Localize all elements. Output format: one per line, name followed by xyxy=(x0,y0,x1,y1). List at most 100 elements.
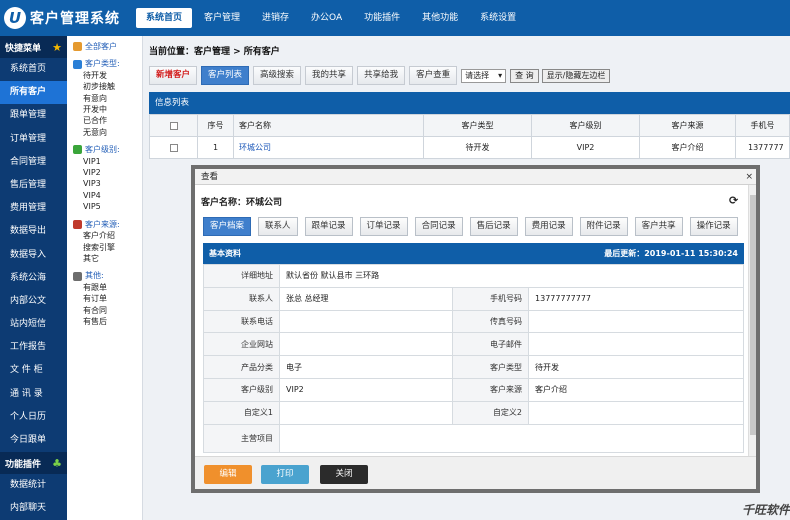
toggle-sidebar-button[interactable]: 显示/隐藏左边栏 xyxy=(541,68,611,83)
field-label: 联系人 xyxy=(203,286,280,311)
nav-office[interactable]: 办公OA xyxy=(301,8,352,28)
refresh-icon[interactable]: ⟳ xyxy=(729,194,738,207)
sidebar-item[interactable]: 通 讯 录 xyxy=(0,383,67,406)
dialog-titlebar: 查看 × xyxy=(195,169,756,185)
tree-item[interactable]: VIP1 xyxy=(73,156,142,167)
tree-item[interactable]: 搜索引擎 xyxy=(73,242,142,253)
checkbox[interactable] xyxy=(169,143,178,152)
sidebar-item[interactable]: 工作报告 xyxy=(0,336,67,359)
field-value: 张总 总经理 xyxy=(278,286,454,311)
table-cell: VIP2 xyxy=(531,136,640,159)
tab-aftersales[interactable]: 售后记录 xyxy=(469,217,518,236)
sidebar-item[interactable]: 文 件 柜 xyxy=(0,359,67,382)
sidebar-item[interactable]: 费用管理 xyxy=(0,197,67,220)
table-header-row: 序号 客户名称 客户类型 客户级别 客户来源 手机号 xyxy=(149,114,790,137)
nav-inventory[interactable]: 进销存 xyxy=(252,8,299,28)
tree-group-title[interactable]: 客户类型: xyxy=(73,58,142,69)
tree-item[interactable]: 其它 xyxy=(73,253,142,264)
sidebar-plugin-item[interactable]: 内部聊天 xyxy=(0,497,67,520)
sidebar-menu: 系统首页 所有客户 跟单管理 订单管理 合同管理 售后管理 费用管理 数据导出 数据导入 系统公海… xyxy=(0,58,67,452)
tree-item[interactable]: 初步接触 xyxy=(73,81,142,92)
filter-select[interactable]: 请选择 ▾ xyxy=(461,68,507,83)
nav-settings[interactable]: 系统设置 xyxy=(470,8,526,28)
star-icon: ★ xyxy=(52,40,62,54)
sidebar-item[interactable]: 今日跟单 xyxy=(0,429,67,452)
tab-attachments[interactable]: 附件记录 xyxy=(579,217,628,236)
shared-to-me-button[interactable]: 共享给我 xyxy=(357,66,406,85)
sidebar-plugin-item[interactable]: 数据统计 xyxy=(0,474,67,497)
sidebar-item[interactable]: 售后管理 xyxy=(0,174,67,197)
sidebar-item[interactable]: 数据导出 xyxy=(0,220,67,243)
print-button[interactable]: 打印 xyxy=(261,465,309,484)
tree-item[interactable]: 开发中 xyxy=(73,104,142,115)
tree-item[interactable]: 客户介绍 xyxy=(73,230,142,241)
tab-contacts[interactable]: 联系人 xyxy=(258,217,298,236)
field-value: 默认省份 默认县市 三环路 xyxy=(279,264,744,288)
tree-item[interactable]: VIP2 xyxy=(73,167,142,178)
tab-orders[interactable]: 订单记录 xyxy=(359,217,408,236)
nav-plugins[interactable]: 功能插件 xyxy=(354,8,410,28)
customer-name-label: 客户名称：环城公司 xyxy=(201,198,283,208)
tab-followups[interactable]: 跟单记录 xyxy=(304,217,353,236)
tree-item[interactable]: 有售后 xyxy=(73,316,142,327)
field-value: 13777777777 xyxy=(528,286,744,311)
customer-list-button[interactable]: 客户列表 xyxy=(201,66,250,85)
sidebar-item[interactable]: 订单管理 xyxy=(0,128,67,151)
column-header: 客户名称 xyxy=(233,114,424,137)
row-select-cell[interactable] xyxy=(149,136,198,159)
my-share-button[interactable]: 我的共享 xyxy=(305,66,354,85)
advanced-search-button[interactable]: 高级搜索 xyxy=(253,66,302,85)
tab-contracts[interactable]: 合同记录 xyxy=(414,217,463,236)
tab-sharing[interactable]: 客户共享 xyxy=(634,217,683,236)
tree-item[interactable]: VIP5 xyxy=(73,201,142,212)
tree-group-title[interactable]: 其他: xyxy=(73,270,142,281)
plugin-menu: 数据统计 内部聊天 xyxy=(0,474,67,520)
sidebar-item[interactable]: 系统首页 xyxy=(0,58,67,81)
nav-other[interactable]: 其他功能 xyxy=(412,8,468,28)
nav-customer[interactable]: 客户管理 xyxy=(194,8,250,28)
add-customer-button[interactable]: 新增客户 xyxy=(149,66,198,85)
tree-item[interactable]: 有跟单 xyxy=(73,282,142,293)
column-header: 客户级别 xyxy=(531,114,640,137)
tree-group-title[interactable]: 客户来源: xyxy=(73,219,142,230)
tree-item[interactable]: 待开发 xyxy=(73,70,142,81)
tree-item[interactable]: VIP3 xyxy=(73,178,142,189)
sidebar-item[interactable]: 所有客户 xyxy=(0,81,67,105)
breadcrumb: 当前位置：客户管理 > 所有客户 xyxy=(149,47,280,57)
sidebar-item[interactable]: 个人日历 xyxy=(0,406,67,429)
field-value: 电子 xyxy=(278,355,454,379)
tree-all-label: 全部客户 xyxy=(85,42,117,51)
close-button[interactable]: 关闭 xyxy=(320,465,368,484)
tree-item[interactable]: 有合同 xyxy=(73,305,142,316)
checkbox[interactable] xyxy=(169,121,178,130)
tab-expenses[interactable]: 费用记录 xyxy=(524,217,573,236)
sidebar-item[interactable]: 数据导入 xyxy=(0,244,67,267)
tree-item[interactable]: 有意向 xyxy=(73,93,142,104)
sidebar-item[interactable]: 内部公文 xyxy=(0,290,67,313)
close-icon[interactable]: × xyxy=(745,169,753,185)
sidebar-item[interactable]: 跟单管理 xyxy=(0,104,67,127)
dialog-scrollbar[interactable] xyxy=(748,185,756,461)
sidebar-item[interactable]: 系统公海 xyxy=(0,267,67,290)
select-all-cell[interactable] xyxy=(149,114,198,137)
sidebar-item[interactable]: 站内短信 xyxy=(0,313,67,336)
query-button[interactable]: 查 询 xyxy=(510,68,539,83)
tree-item[interactable]: 无意向 xyxy=(73,127,142,138)
tab-profile[interactable]: 客户档案 xyxy=(203,217,252,236)
tree-item[interactable]: 有订单 xyxy=(73,293,142,304)
edit-button[interactable]: 编辑 xyxy=(204,465,252,484)
tree-all-customers[interactable]: 全部客户 xyxy=(73,41,142,52)
tab-operation-log[interactable]: 操作记录 xyxy=(689,217,738,236)
duplicate-check-button[interactable]: 客户查重 xyxy=(409,66,458,85)
tree-group-title[interactable]: 客户级别: xyxy=(73,144,142,155)
table-row[interactable]: 1 环城公司 待开发 VIP2 客户介绍 1377777 xyxy=(149,136,790,159)
tree-item[interactable]: VIP4 xyxy=(73,190,142,201)
info-list-header: 信息列表 xyxy=(149,92,790,114)
category-icon xyxy=(73,145,82,155)
nav-home[interactable]: 系统首页 xyxy=(136,8,193,28)
customer-name-link[interactable]: 环城公司 xyxy=(233,136,424,159)
tree-item[interactable]: 已合作 xyxy=(73,115,142,126)
scroll-thumb[interactable] xyxy=(750,195,756,435)
dialog-footer: 编辑 打印 关闭 xyxy=(195,456,756,489)
sidebar-item[interactable]: 合同管理 xyxy=(0,151,67,174)
